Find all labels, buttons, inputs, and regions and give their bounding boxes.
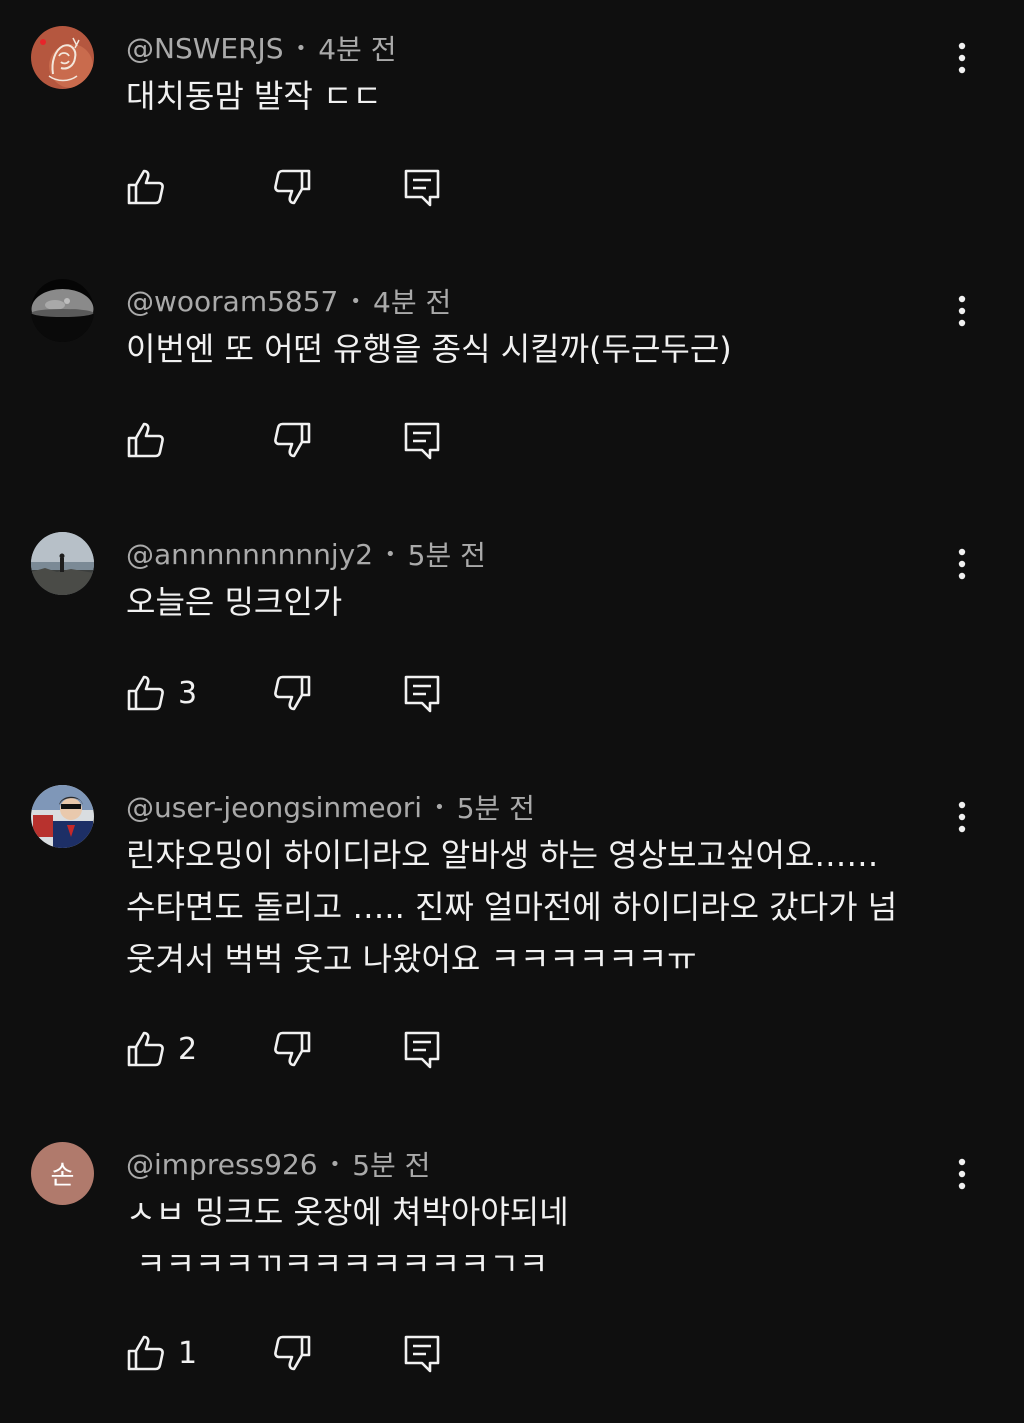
comment-header: @annnnnnnnnjy2 • 5분 전 (126, 534, 486, 574)
reply-comment-icon (404, 422, 440, 460)
more-options-button[interactable] (944, 287, 980, 335)
comment-header: @NSWERJS • 4분 전 (126, 28, 396, 68)
comment-text: ㅅㅂ 밍크도 옷장에 쳐박아야되네 ㅋㅋㅋㅋㄲㅋㅋㅋㅋㅋㅋㅋㄱㅋ (126, 1193, 569, 1283)
more-options-button[interactable] (944, 1150, 980, 1198)
separator-dot: • (329, 1153, 341, 1175)
reply-comment-icon (404, 1335, 440, 1373)
reply-button[interactable] (402, 672, 442, 714)
comment-author[interactable]: @annnnnnnnnjy2 (126, 538, 373, 571)
comment-author[interactable]: @user-jeongsinmeori (126, 791, 422, 824)
separator-dot: • (350, 290, 361, 312)
more-vertical-icon (958, 801, 966, 833)
separator-dot: • (434, 796, 445, 818)
more-options-button[interactable] (944, 34, 980, 82)
like-button[interactable] (126, 166, 178, 208)
thumbs-up-icon (127, 422, 164, 458)
comment-text: 이번엔 또 어떤 유행을 종식 시킬까(두근두근) (126, 330, 732, 368)
comment-header: @wooram5857 • 4분 전 (126, 281, 451, 321)
like-button[interactable] (126, 419, 178, 461)
like-count: 1 (178, 1335, 198, 1371)
comment-text: 대치동맘 발작 ㄷㄷ (126, 77, 382, 115)
thumbs-down-icon (274, 1031, 311, 1067)
moon-avatar-icon (31, 279, 94, 342)
reply-comment-icon (404, 675, 440, 713)
comment-header: @impress926 • 5분 전 (126, 1144, 430, 1184)
avatar[interactable] (31, 279, 94, 342)
comment-time[interactable]: 4분 전 (318, 28, 396, 68)
reply-button[interactable] (402, 419, 442, 461)
thumbs-down-icon (274, 169, 311, 205)
comment-text: 린쟈오밍이 하이디라오 알바생 하는 영상보고싶어요…… 수타면도 돌리고 ….… (126, 836, 898, 978)
avatar-letter: 손 (31, 1142, 94, 1205)
thumbs-up-icon (127, 1335, 164, 1371)
avatar[interactable] (31, 785, 94, 848)
like-button[interactable]: 3 (126, 672, 197, 714)
avatar[interactable]: 손 (31, 1142, 94, 1205)
sketch-portrait-avatar-icon (31, 26, 94, 89)
dislike-button[interactable] (272, 419, 312, 461)
more-vertical-icon (958, 42, 966, 74)
comment-header: @user-jeongsinmeori • 5분 전 (126, 787, 535, 827)
reply-button[interactable] (402, 1028, 442, 1070)
more-options-button[interactable] (944, 793, 980, 841)
reply-button[interactable] (402, 166, 442, 208)
comment-time[interactable]: 5분 전 (457, 787, 535, 827)
like-count: 3 (178, 675, 198, 711)
reply-comment-icon (404, 1031, 440, 1069)
separator-dot: • (295, 37, 307, 59)
reply-button[interactable] (402, 1332, 442, 1374)
thumbs-down-icon (274, 1335, 311, 1371)
comments-list: @NSWERJS • 4분 전 대치동맘 발작 ㄷㄷ @wooram5857 •… (0, 0, 1024, 1423)
dislike-button[interactable] (272, 1332, 312, 1374)
comment-time[interactable]: 5분 전 (352, 1144, 430, 1184)
comment-time[interactable]: 5분 전 (408, 534, 486, 574)
comment-text: 오늘은 밍크인가 (126, 583, 343, 621)
more-vertical-icon (958, 548, 966, 580)
like-button[interactable]: 2 (126, 1028, 197, 1070)
thumbs-up-icon (127, 169, 164, 205)
dislike-button[interactable] (272, 1028, 312, 1070)
thumbs-up-icon (127, 1031, 164, 1067)
thumbs-up-icon (127, 675, 164, 711)
avatar[interactable] (31, 26, 94, 89)
comment-time[interactable]: 4분 전 (373, 281, 451, 321)
avatar[interactable] (31, 532, 94, 595)
dislike-button[interactable] (272, 166, 312, 208)
more-vertical-icon (958, 1158, 966, 1190)
more-vertical-icon (958, 295, 966, 327)
person-photo-avatar-icon (31, 785, 94, 848)
dislike-button[interactable] (272, 672, 312, 714)
separator-dot: • (385, 543, 396, 565)
beach-photo-avatar-icon (31, 532, 94, 595)
thumbs-down-icon (274, 675, 311, 711)
thumbs-down-icon (274, 422, 311, 458)
more-options-button[interactable] (944, 540, 980, 588)
like-count: 2 (178, 1031, 198, 1067)
comment-author[interactable]: @NSWERJS (126, 32, 284, 65)
reply-comment-icon (404, 169, 440, 207)
comment-author[interactable]: @wooram5857 (126, 285, 338, 318)
like-button[interactable]: 1 (126, 1332, 197, 1374)
comment-author[interactable]: @impress926 (126, 1148, 318, 1181)
